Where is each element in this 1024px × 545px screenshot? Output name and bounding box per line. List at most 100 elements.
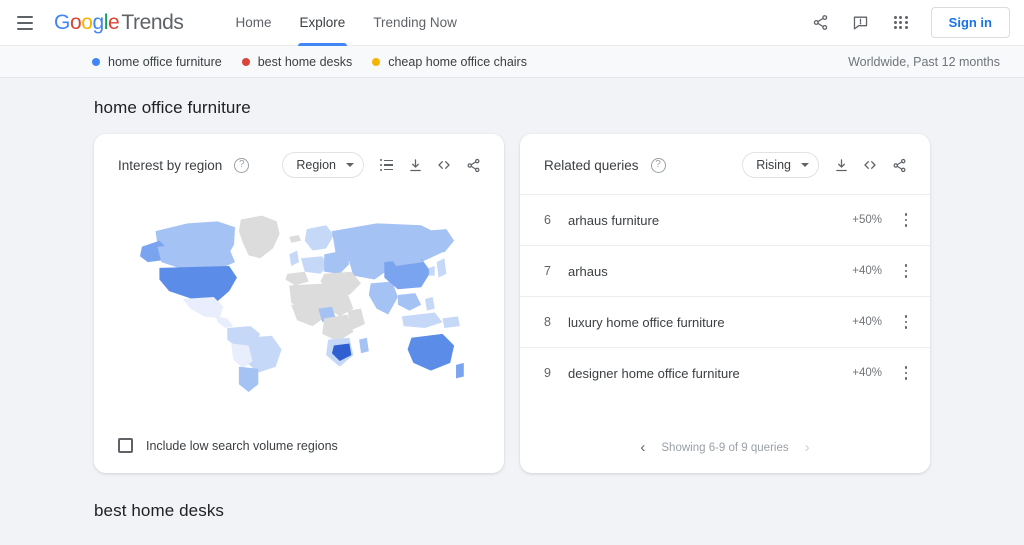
share-icon[interactable] bbox=[460, 152, 486, 178]
logo-letter: e bbox=[108, 10, 120, 34]
pagination-status: Showing 6-9 of 9 queries bbox=[661, 441, 789, 454]
logo-letter: g bbox=[92, 10, 105, 34]
download-icon[interactable] bbox=[402, 152, 428, 178]
map-region-indonesia bbox=[401, 312, 443, 329]
legend-item-term-1[interactable]: home office furniture bbox=[92, 55, 222, 69]
card-title: Interest by region bbox=[118, 157, 223, 173]
help-icon[interactable]: ? bbox=[234, 157, 250, 173]
feedback-icon[interactable] bbox=[843, 5, 879, 41]
include-low-volume-label: Include low search volume regions bbox=[146, 438, 338, 453]
sign-in-button[interactable]: Sign in bbox=[930, 7, 1010, 38]
logo-suffix: Trends bbox=[121, 10, 184, 34]
chevron-down-icon bbox=[346, 163, 354, 167]
top-right-actions: Sign in bbox=[803, 5, 1010, 41]
logo-letter: o bbox=[69, 10, 82, 34]
region-dropdown[interactable]: Region bbox=[282, 152, 364, 178]
google-trends-logo[interactable]: GoogleTrends bbox=[54, 11, 184, 35]
query-change-value: +50% bbox=[852, 214, 882, 226]
query-change-value: +40% bbox=[852, 367, 882, 379]
map-region-greenland bbox=[238, 215, 280, 259]
legend-color-dot bbox=[92, 57, 100, 66]
google-trends-page: GoogleTrends Home Explore Trending Now S… bbox=[0, 0, 1024, 545]
map-region-new-zealand bbox=[456, 362, 464, 379]
rising-top-dropdown[interactable]: Rising bbox=[742, 152, 819, 178]
legend-label: cheap home office chairs bbox=[388, 54, 527, 69]
chevron-left-icon[interactable]: ‹ bbox=[640, 440, 645, 455]
query-name: luxury home office furniture bbox=[568, 314, 725, 330]
more-options-icon[interactable] bbox=[896, 362, 916, 384]
map-region-australia bbox=[407, 333, 455, 371]
query-change-value: +40% bbox=[852, 265, 882, 277]
map-region-korea bbox=[428, 265, 435, 276]
legend-label: home office furniture bbox=[108, 54, 222, 69]
table-row[interactable]: 8 luxury home office furniture +40% bbox=[520, 296, 930, 347]
map-region-far-east-russia bbox=[421, 229, 455, 253]
query-name: designer home office furniture bbox=[568, 365, 740, 381]
more-options-icon[interactable] bbox=[896, 260, 916, 282]
card-header: Related queries ? Rising bbox=[520, 134, 930, 178]
apps-grid-icon[interactable] bbox=[883, 5, 919, 41]
map-region-western-europe bbox=[300, 256, 329, 274]
legend-label: best home desks bbox=[257, 54, 353, 69]
query-rank: 9 bbox=[544, 366, 551, 380]
cards-row: Interest by region ? Region Include low … bbox=[94, 134, 930, 473]
logo-letter: o bbox=[81, 10, 93, 34]
dropdown-label: Region bbox=[296, 158, 336, 172]
map-region-argentina bbox=[238, 366, 259, 392]
card-tools: Region bbox=[282, 152, 486, 178]
main-content: home office furniture Interest by region… bbox=[0, 78, 1024, 521]
related-queries-card: Related queries ? Rising 6 arhaus furnit… bbox=[520, 134, 930, 473]
share-icon[interactable] bbox=[803, 5, 839, 41]
help-icon[interactable]: ? bbox=[650, 157, 666, 173]
related-queries-list: 6 arhaus furniture +50% 7 arhaus +40% 8 … bbox=[520, 194, 930, 398]
nav-item-trending-now[interactable]: Trending Now bbox=[359, 0, 471, 46]
include-low-volume-checkbox[interactable] bbox=[118, 438, 133, 453]
legend-item-term-3[interactable]: cheap home office chairs bbox=[372, 55, 527, 69]
top-navigation-bar: GoogleTrends Home Explore Trending Now S… bbox=[0, 0, 1024, 46]
interest-by-region-card: Interest by region ? Region Include low … bbox=[94, 134, 504, 473]
embed-code-icon[interactable] bbox=[431, 152, 457, 178]
world-choropleth-map[interactable] bbox=[94, 182, 504, 412]
include-low-volume-checkbox-row[interactable]: Include low search volume regions bbox=[118, 438, 338, 453]
map-region-madagascar bbox=[359, 337, 369, 354]
legend-scope-meta: Worldwide, Past 12 months bbox=[848, 54, 1000, 69]
legend-item-term-2[interactable]: best home desks bbox=[241, 54, 353, 69]
table-row[interactable]: 6 arhaus furniture +50% bbox=[520, 194, 930, 245]
legend-color-dot bbox=[241, 57, 250, 66]
chevron-right-icon[interactable]: › bbox=[805, 440, 810, 455]
map-region-southeast-asia bbox=[397, 293, 422, 311]
nav-item-explore[interactable]: Explore bbox=[286, 0, 360, 46]
map-svg bbox=[140, 215, 464, 392]
query-rank: 6 bbox=[544, 213, 551, 227]
nav-links: Home Explore Trending Now bbox=[222, 0, 471, 46]
page-title: home office furniture bbox=[94, 98, 251, 117]
chevron-down-icon bbox=[801, 163, 809, 167]
card-tools: Rising bbox=[742, 152, 912, 178]
dropdown-label: Rising bbox=[756, 158, 791, 172]
map-region-scandinavia bbox=[304, 225, 334, 251]
map-region-united-states bbox=[159, 265, 237, 303]
share-icon[interactable] bbox=[886, 152, 912, 178]
query-rank: 8 bbox=[544, 315, 551, 329]
search-terms-legend-bar: home office furniture best home desks ch… bbox=[0, 46, 1024, 78]
next-section-title: best home desks bbox=[94, 501, 225, 520]
embed-code-icon[interactable] bbox=[857, 152, 883, 178]
download-icon[interactable] bbox=[828, 152, 854, 178]
table-row[interactable]: 7 arhaus +40% bbox=[520, 245, 930, 296]
logo-letter: G bbox=[54, 10, 70, 34]
hamburger-menu-icon[interactable] bbox=[8, 6, 42, 40]
query-rank: 7 bbox=[544, 264, 551, 278]
map-region-central-america bbox=[215, 316, 234, 329]
table-row[interactable]: 9 designer home office furniture +40% bbox=[520, 347, 930, 398]
query-change-value: +40% bbox=[852, 316, 882, 328]
more-options-icon[interactable] bbox=[896, 209, 916, 231]
nav-item-home[interactable]: Home bbox=[222, 0, 286, 46]
map-region-iceland bbox=[289, 234, 301, 243]
card-title: Related queries bbox=[544, 157, 639, 173]
queries-pagination: ‹ Showing 6-9 of 9 queries › bbox=[520, 440, 930, 455]
legend-color-dot bbox=[372, 57, 381, 66]
more-options-icon[interactable] bbox=[896, 311, 916, 333]
list-view-icon[interactable] bbox=[373, 152, 399, 178]
map-region-central-africa bbox=[322, 314, 354, 342]
map-region-india bbox=[368, 281, 398, 315]
